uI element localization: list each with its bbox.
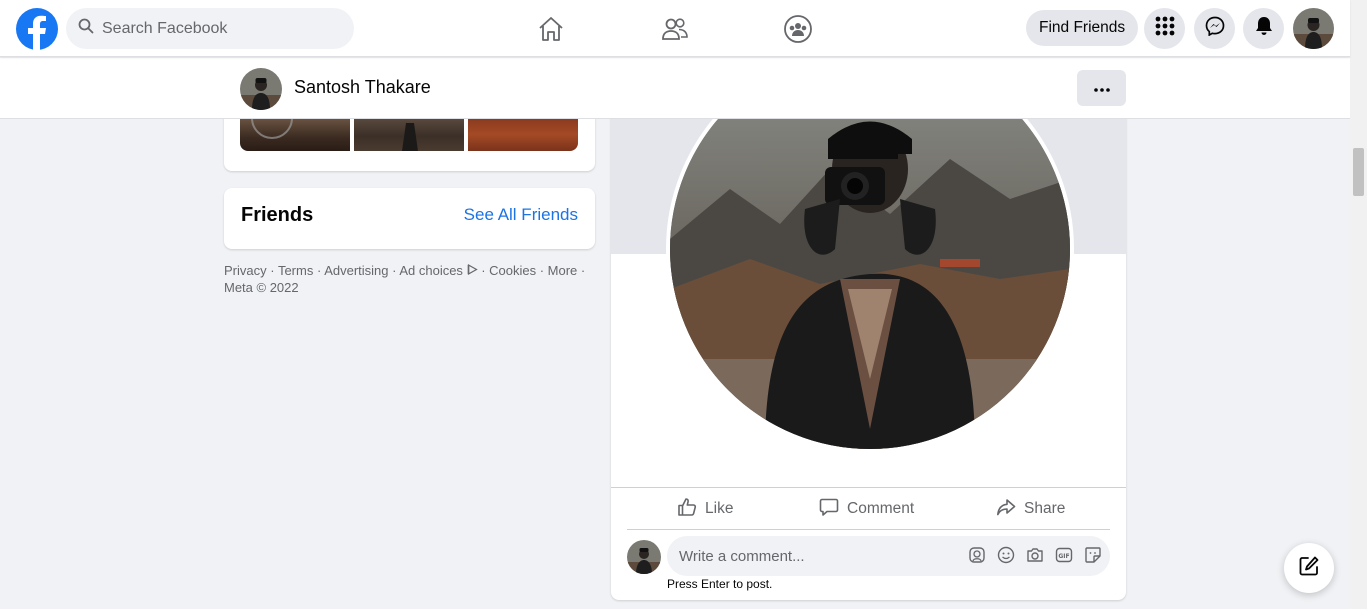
comment-avatar[interactable] [627, 540, 661, 574]
camera-icon[interactable] [1026, 546, 1044, 564]
advertising-link[interactable]: Advertising [324, 263, 388, 278]
menu-grid-button[interactable] [1144, 8, 1185, 49]
footer-links: Privacy · Terms · Advertising · Ad choic… [224, 263, 586, 295]
share-arrow-icon [996, 497, 1016, 522]
like-label: Like [705, 500, 734, 517]
more-options-button[interactable] [1077, 70, 1126, 106]
profile-name[interactable]: Santosh Thakare [294, 77, 431, 98]
notifications-icon [1255, 16, 1273, 41]
photo-thumbnail[interactable] [240, 118, 350, 151]
photo-thumbnail[interactable] [354, 118, 464, 151]
find-friends-button[interactable]: Find Friends [1026, 10, 1139, 46]
scrollbar-thumb[interactable] [1353, 148, 1364, 196]
groups-icon[interactable] [781, 12, 815, 46]
actions-divider [627, 529, 1110, 530]
comment-button[interactable]: Comment [819, 488, 914, 530]
menu-grid-icon [1155, 16, 1175, 41]
messenger-icon [1205, 16, 1225, 41]
ad-choices-link[interactable]: Ad choices [399, 263, 463, 278]
profile-avatar[interactable] [240, 68, 282, 110]
like-button[interactable]: Like [677, 488, 733, 530]
press-enter-hint: Press Enter to post. [667, 577, 773, 591]
more-link[interactable]: More [548, 263, 578, 278]
comment-box[interactable]: GIF [667, 536, 1110, 576]
search-input[interactable] [102, 19, 342, 38]
account-avatar[interactable] [1293, 8, 1334, 49]
comment-label: Comment [847, 500, 915, 517]
compose-icon [1298, 555, 1320, 582]
copyright-text: Meta © 2022 [224, 280, 299, 295]
new-message-button[interactable] [1284, 543, 1334, 593]
comment-input[interactable] [679, 547, 949, 565]
more-dots-icon [1093, 79, 1110, 97]
profile-header-bar: Santosh Thakare [0, 58, 1350, 119]
cookies-link[interactable]: Cookies [489, 263, 536, 278]
sticker-icon[interactable] [1084, 546, 1102, 564]
privacy-link[interactable]: Privacy [224, 263, 267, 278]
page-scrollbar[interactable] [1350, 0, 1367, 609]
facebook-logo[interactable] [16, 8, 58, 50]
post-card: Like Comment Share Write a comment... GI… [611, 90, 1126, 600]
friends-icon[interactable] [658, 12, 692, 46]
gif-icon[interactable]: GIF [1055, 546, 1073, 564]
ad-choices-icon [467, 263, 482, 278]
top-navigation-bar: Find Friends [0, 0, 1350, 57]
share-label: Share [1024, 500, 1066, 517]
svg-text:GIF: GIF [1058, 553, 1069, 560]
search-icon [78, 18, 94, 39]
comment-bubble-icon [819, 497, 839, 522]
friends-title[interactable]: Friends [241, 204, 313, 227]
home-icon[interactable] [534, 12, 568, 46]
profile-picture[interactable] [666, 90, 1074, 453]
post-actions: Like Comment Share [611, 488, 1126, 530]
terms-link[interactable]: Terms [278, 263, 313, 278]
search-bar[interactable] [66, 8, 354, 49]
avatar-sticker-icon[interactable] [968, 546, 986, 564]
photo-thumbnail[interactable] [468, 118, 578, 151]
messenger-button[interactable] [1194, 8, 1235, 49]
emoji-icon[interactable] [997, 546, 1015, 564]
thumbs-up-icon [677, 497, 697, 522]
notifications-button[interactable] [1243, 8, 1284, 49]
friends-card: Friends See All Friends [224, 188, 595, 249]
see-all-friends-link[interactable]: See All Friends [464, 205, 578, 225]
share-button[interactable]: Share [996, 488, 1065, 530]
